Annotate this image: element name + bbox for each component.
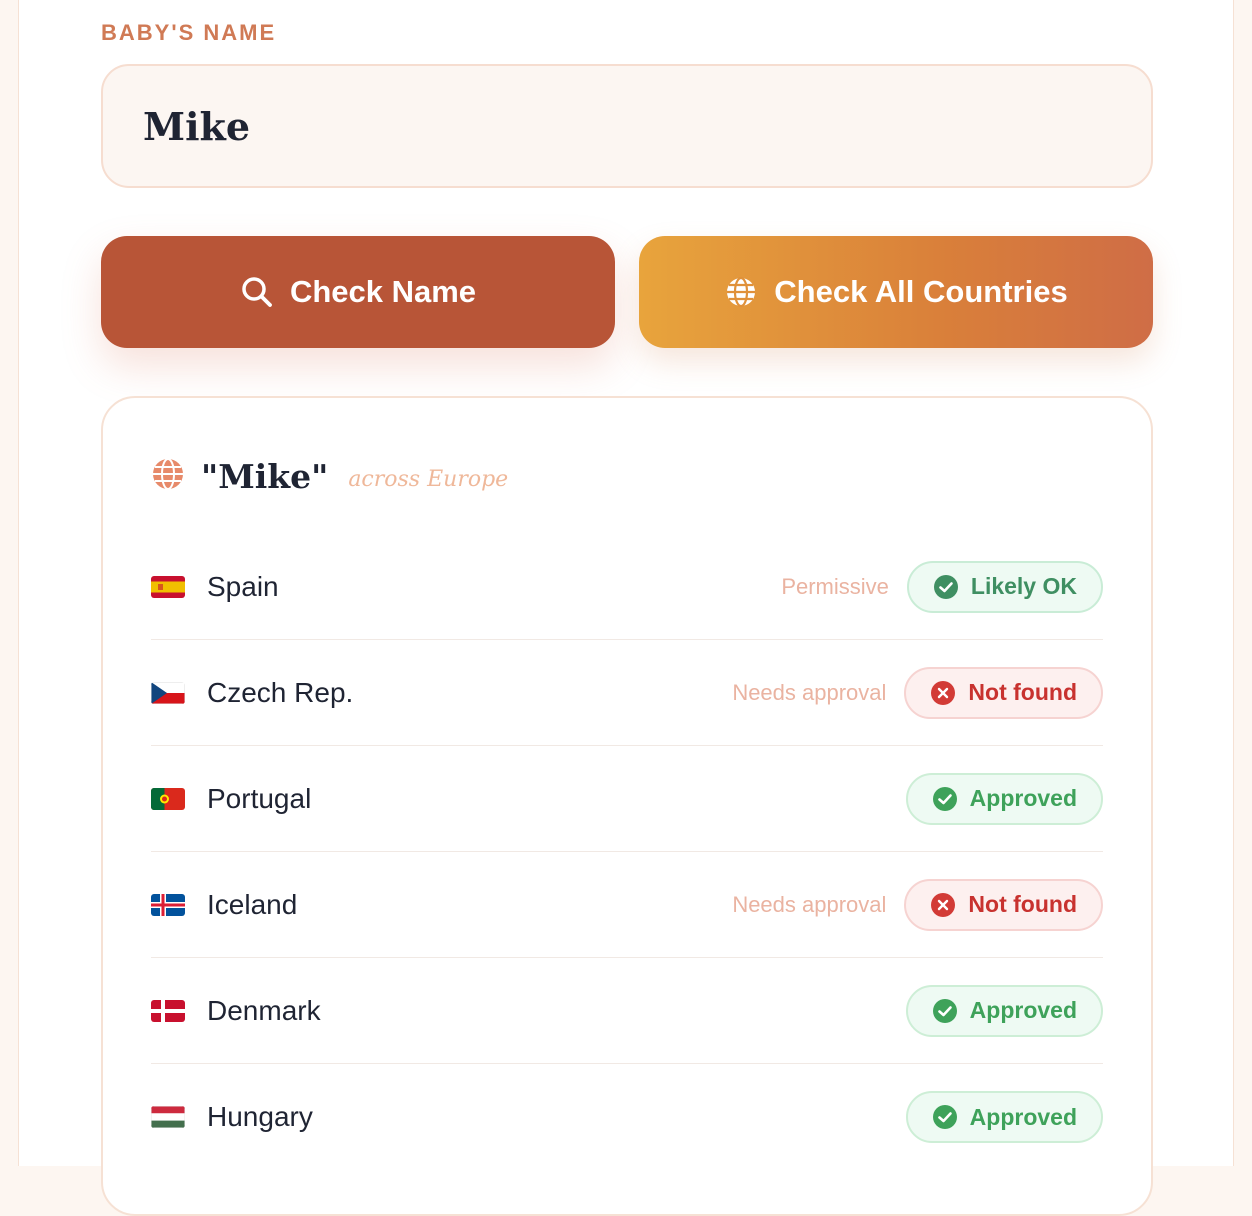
results-header: "Mike" across Europe [151, 454, 508, 498]
status-badge: Not found [904, 666, 1103, 719]
country-note: Needs approval [732, 679, 887, 705]
results-title: "Mike" [201, 456, 329, 496]
name-checker-page: BABY'S NAME Check Name Check All Countri… [18, 0, 1234, 1216]
country-name: Spain [207, 570, 279, 602]
portugal-flag-icon [151, 787, 185, 810]
check-all-countries-button[interactable]: Check All Countries [639, 236, 1153, 348]
check-circle-icon [932, 786, 957, 811]
country-note: Permissive [781, 573, 889, 599]
check-all-countries-button-label: Check All Countries [774, 274, 1068, 309]
results-subtitle: across Europe [348, 466, 509, 492]
country-row: Czech Rep. Needs approval Not found [151, 640, 1103, 746]
status-label: Not found [968, 679, 1077, 705]
check-name-button-label: Check Name [289, 274, 477, 309]
country-row: Hungary Approved [151, 1064, 1103, 1170]
results-card: "Mike" across Europe Spain Permissive Li… [101, 396, 1153, 1216]
check-circle-icon [932, 998, 957, 1023]
baby-name-input[interactable] [101, 64, 1153, 188]
globe-icon [151, 457, 185, 495]
status-label: Likely OK [970, 573, 1077, 599]
country-row: Spain Permissive Likely OK [151, 534, 1103, 640]
status-label: Approved [969, 1103, 1077, 1130]
iceland-flag-icon [151, 893, 185, 916]
country-row: Denmark Approved [151, 958, 1103, 1064]
country-name: Hungary [207, 1101, 313, 1132]
check-name-button[interactable]: Check Name [101, 236, 615, 348]
baby-name-label: BABY'S NAME [101, 20, 277, 45]
status-badge: Not found [904, 878, 1103, 931]
country-name: Denmark [207, 994, 321, 1026]
status-badge: Approved [905, 1091, 1103, 1143]
status-label: Approved [969, 997, 1077, 1023]
search-icon [240, 275, 274, 309]
country-note: Needs approval [732, 891, 887, 917]
country-row: Iceland Needs approval Not found [151, 852, 1103, 958]
country-name: Portugal [207, 782, 312, 814]
status-badge: Likely OK [906, 560, 1103, 613]
x-circle-icon [931, 892, 956, 917]
check-circle-icon [933, 574, 958, 599]
globe-icon [724, 275, 758, 309]
spain-flag-icon [151, 575, 185, 598]
status-badge: Approved [905, 984, 1103, 1037]
x-circle-icon [931, 680, 956, 705]
country-row: Portugal Approved [151, 746, 1103, 852]
hungary-flag-icon [151, 1106, 185, 1128]
country-name: Iceland [207, 888, 298, 920]
status-label: Not found [968, 891, 1077, 917]
country-name: Czech Rep. [207, 676, 354, 708]
check-circle-icon [932, 1105, 957, 1129]
czech-flag-icon [151, 681, 185, 704]
status-badge: Approved [905, 772, 1103, 825]
status-label: Approved [969, 785, 1077, 811]
denmark-flag-icon [151, 999, 185, 1022]
